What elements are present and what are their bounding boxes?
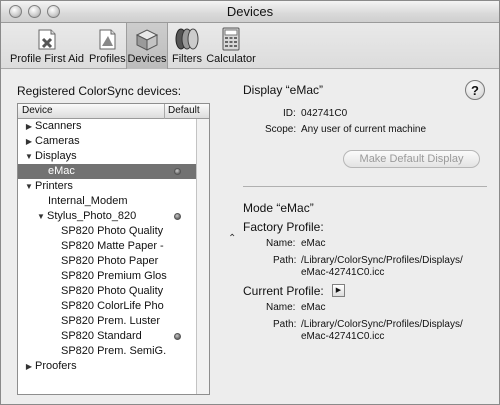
device-list-header: Device Default: [18, 104, 209, 119]
device-row-label: SP820 Photo Quality: [61, 285, 164, 297]
device-row-printers[interactable]: ▼ Printers: [18, 179, 196, 194]
device-row-label: Internal_Modem: [48, 195, 128, 207]
device-row-label: Stylus_Photo_820: [47, 210, 137, 222]
first-aid-icon: [34, 26, 60, 52]
device-row-label: SP820 Prem. SemiG.: [61, 345, 167, 357]
disclosure-triangle-icon[interactable]: ▼: [24, 179, 34, 194]
id-label: ID:: [283, 108, 296, 119]
current-name-label: Name:: [266, 302, 296, 313]
toolbar-calculator[interactable]: Calculator: [205, 23, 257, 69]
device-detail-panel: Display “eMac” ? ID: 042741C0 Scope: Any…: [243, 70, 493, 404]
device-row-proofers[interactable]: ▶ Proofers: [18, 359, 196, 374]
mode-title: Mode “eMac”: [243, 201, 314, 215]
factory-name-label: Name:: [266, 238, 296, 249]
filters-icon: [174, 26, 200, 52]
factory-path-label: Path:: [273, 255, 297, 266]
device-row-profile[interactable]: SP820 Photo Paper: [18, 254, 196, 269]
help-button[interactable]: ?: [465, 80, 485, 100]
column-header-default[interactable]: Default: [168, 105, 200, 116]
device-row-label: Cameras: [35, 135, 80, 147]
device-row-profile[interactable]: SP820 Matte Paper -: [18, 239, 196, 254]
default-indicator-icon[interactable]: [174, 213, 181, 220]
disclosure-triangle-icon[interactable]: ▶: [24, 134, 34, 149]
profiles-icon: [94, 26, 120, 52]
device-row-stylus-photo-820[interactable]: ▼ Stylus_Photo_820: [18, 209, 196, 224]
devices-pane: Registered ColorSync devices: Device Def…: [1, 70, 499, 404]
current-profile-title: Current Profile:: [243, 284, 324, 298]
device-row-profile[interactable]: SP820 Prem. SemiG.: [18, 344, 196, 359]
scope-value: Any user of current machine: [301, 124, 427, 135]
column-header-device[interactable]: Device: [22, 105, 53, 116]
device-row-emac[interactable]: eMac: [18, 164, 196, 179]
factory-path-line2: eMac-42741C0.icc: [301, 267, 385, 278]
device-row-internal-modem[interactable]: Internal_Modem: [18, 194, 196, 209]
window-title: Devices: [226, 4, 274, 19]
devices-icon: [134, 26, 160, 52]
device-row-label: Printers: [35, 180, 73, 192]
factory-profile-title: Factory Profile:: [243, 220, 324, 234]
disclosure-triangle-icon[interactable]: ▼: [36, 209, 46, 224]
current-path-line2: eMac-42741C0.icc: [301, 331, 385, 342]
calculator-icon: [218, 26, 244, 52]
current-profile-menu-button[interactable]: ▶: [332, 284, 345, 297]
device-row-cameras[interactable]: ▶ Cameras: [18, 134, 196, 149]
device-list[interactable]: Device Default ▶ Scanners ▶ Cameras ▼ Di…: [17, 103, 210, 395]
device-row-profile[interactable]: SP820 ColorLife Pho: [18, 299, 196, 314]
device-row-profile[interactable]: SP820 Photo Quality: [18, 284, 196, 299]
display-title: Display “eMac”: [243, 83, 324, 97]
device-row-label: Displays: [35, 150, 77, 162]
device-row-label: SP820 Photo Paper: [61, 255, 159, 267]
default-indicator-icon[interactable]: [174, 168, 181, 175]
disclosure-triangle-icon[interactable]: ▼: [24, 149, 34, 164]
toolbar-profiles[interactable]: Profiles: [89, 23, 126, 69]
device-row-label: SP820 Photo Quality: [61, 225, 164, 237]
device-row-label: eMac: [48, 165, 75, 177]
device-row-scanners[interactable]: ▶ Scanners: [18, 119, 196, 134]
toolbar-profile-first-aid[interactable]: Profile First Aid: [3, 23, 91, 69]
device-row-displays[interactable]: ▼ Displays: [18, 149, 196, 164]
devices-list-title: Registered ColorSync devices:: [17, 84, 182, 98]
device-row-label: Proofers: [35, 360, 77, 372]
title-bar[interactable]: Devices: [1, 1, 499, 23]
default-indicator-icon[interactable]: [174, 333, 181, 340]
device-row-profile[interactable]: SP820 Standard: [18, 329, 196, 344]
disclosure-triangle-icon[interactable]: ▶: [24, 119, 34, 134]
make-default-display-button[interactable]: Make Default Display: [343, 150, 480, 168]
device-row-label: Scanners: [35, 120, 82, 132]
disclosure-triangle-icon[interactable]: ▶: [24, 359, 34, 374]
device-row-profile[interactable]: SP820 Prem. Luster: [18, 314, 196, 329]
scope-label: Scope:: [265, 124, 297, 135]
current-path-label: Path:: [273, 319, 297, 330]
device-row-label: SP820 Standard: [61, 330, 142, 342]
device-row-label: SP820 Matte Paper -: [61, 240, 164, 252]
column-divider: [164, 104, 165, 119]
device-list-scrollbar[interactable]: [196, 119, 209, 394]
toolbar-label: Calculator: [206, 53, 256, 65]
toolbar: Profile First Aid Profiles Devices Filte…: [1, 23, 499, 69]
device-row-label: SP820 ColorLife Pho: [61, 300, 164, 312]
toolbar-filters[interactable]: Filters: [169, 23, 205, 69]
current-path-line1: /Library/ColorSync/Profiles/Displays/: [301, 319, 463, 330]
split-view-handle-icon[interactable]: ⌃: [228, 233, 236, 244]
current-name-value: eMac: [301, 302, 326, 313]
id-value: 042741C0: [301, 108, 348, 119]
device-row-profile[interactable]: SP820 Photo Quality: [18, 224, 196, 239]
toolbar-devices[interactable]: Devices: [126, 23, 168, 69]
factory-name-value: eMac: [301, 238, 326, 249]
device-row-label: SP820 Premium Glos: [61, 270, 167, 282]
factory-path-line1: /Library/ColorSync/Profiles/Displays/: [301, 255, 463, 266]
toolbar-label: Devices: [127, 53, 167, 65]
divider: [243, 186, 487, 187]
toolbar-label: Profiles: [89, 53, 126, 65]
devices-window: Devices Profile First Aid Profiles Devic…: [0, 0, 500, 405]
toolbar-label: Filters: [172, 53, 202, 65]
device-row-profile[interactable]: SP820 Premium Glos: [18, 269, 196, 284]
device-row-label: SP820 Prem. Luster: [61, 315, 161, 327]
toolbar-label: Profile First Aid: [10, 53, 84, 65]
